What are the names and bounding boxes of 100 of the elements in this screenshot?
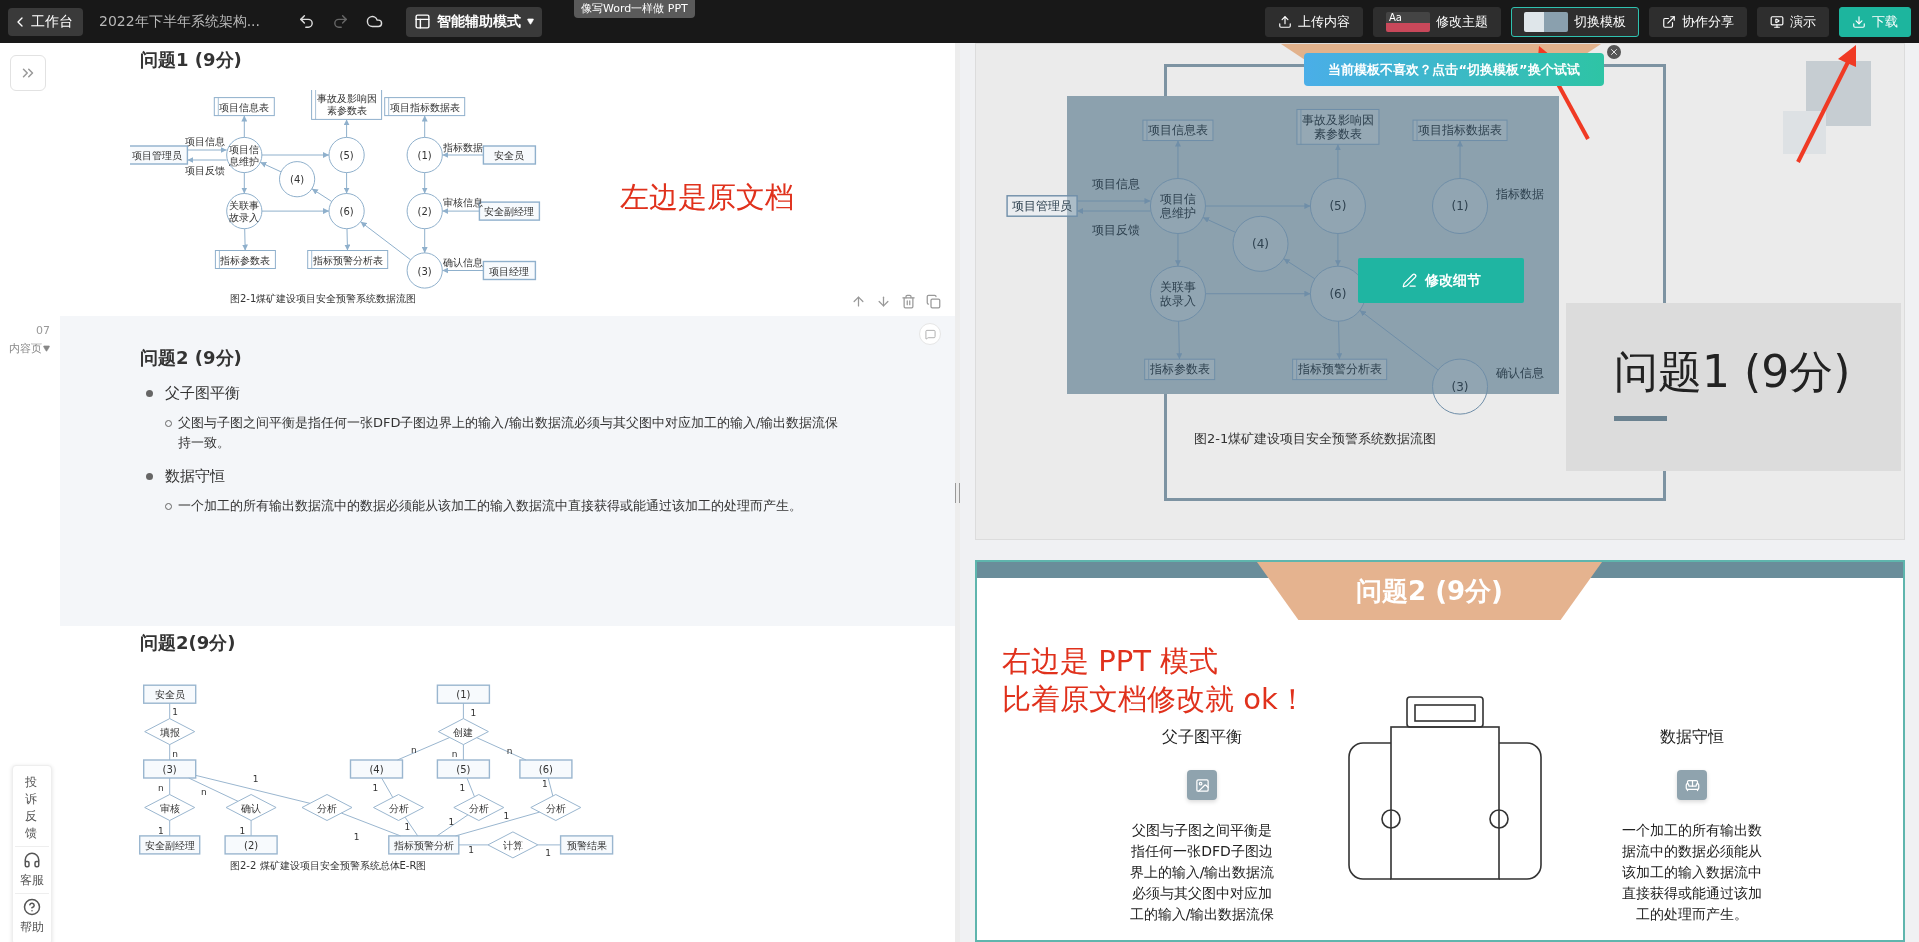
flow-arrow	[259, 161, 282, 173]
annotation-text: 左边是原文档	[620, 179, 794, 216]
upload-button[interactable]: 上传内容	[1265, 6, 1363, 37]
connector-line	[462, 702, 464, 720]
entity-node: 安全副经理	[139, 835, 201, 855]
flow-arrow	[186, 147, 228, 153]
cardinality-label: n	[411, 745, 417, 756]
entity-node: (6)	[519, 759, 573, 779]
flow-arrow	[1334, 143, 1341, 179]
process-node: (5)	[328, 136, 365, 174]
cardinality-label: 1	[252, 773, 259, 784]
connector-line	[537, 844, 562, 846]
process-node: 项目信息维护	[1149, 178, 1206, 234]
process-node: (6)	[1309, 265, 1366, 322]
mode-dropdown[interactable]: 智能辅助模式	[406, 6, 542, 37]
flow-arrow	[241, 172, 248, 194]
flow-label: 指标数据	[443, 141, 484, 153]
move-up-button[interactable]	[851, 294, 866, 309]
relationship-node: 分析	[373, 794, 424, 821]
cardinality-label: 1	[470, 707, 477, 718]
theme-button[interactable]: Aa 修改主题	[1373, 6, 1501, 37]
cardinality-label: n	[200, 787, 207, 798]
bullet-text: 一个加工的所有输出数据流中的数据必须能从该加工的输入数据流中直接获得或能通过该加工的处理而产生。	[178, 497, 802, 515]
flow-arrow	[1174, 140, 1181, 179]
cardinality-label: 1	[172, 706, 179, 717]
data-store-node: 事故及影响因素参数表	[311, 90, 383, 120]
flow-arrow	[1283, 258, 1316, 280]
back-button[interactable]: 工作台	[8, 7, 83, 36]
process-node: (3)	[1432, 358, 1489, 415]
flow-arrow	[1176, 320, 1183, 360]
cardinality-label: n	[451, 748, 458, 759]
flow-arrow	[343, 172, 350, 194]
cardinality-label: 1	[503, 811, 510, 822]
process-node: (4)	[1232, 215, 1289, 272]
connector-line	[381, 777, 394, 798]
bullet-icon	[146, 473, 153, 480]
mode-tooltip: 像写Word一样做 PPT	[574, 0, 695, 18]
figure-caption: 图2-2 煤矿建设项目安全预警系统总体E-R图	[230, 859, 428, 873]
expand-button[interactable]	[10, 55, 46, 91]
customer-service-button[interactable]: 客服	[15, 847, 49, 894]
close-button[interactable]	[1607, 45, 1621, 59]
data-store-node: 指标参数表	[214, 250, 276, 269]
page-type-dropdown[interactable]: 内容页	[9, 341, 50, 356]
column-title: 数据守恒	[1660, 727, 1724, 748]
relationship-node: 分析	[530, 794, 582, 821]
flow-arrow	[441, 208, 480, 215]
delete-button[interactable]	[901, 294, 916, 309]
data-store-node: 项目信息表	[1142, 119, 1214, 141]
share-icon	[1662, 14, 1676, 29]
data-store-node: 项目指标数据表	[1412, 119, 1508, 141]
flow-arrow	[441, 267, 484, 274]
comment-icon	[924, 328, 936, 340]
connector-line	[169, 702, 171, 720]
entity-node: (4)	[349, 759, 404, 779]
bullet-text: 父图与子图之间平衡是指任何一张DFD子图边界上的输入/输出数据流必须与其父图中对应加工的输入/输出数据流保持一致。	[178, 414, 840, 452]
data-store-node: 指标参数表	[1144, 358, 1216, 381]
caret-icon	[527, 18, 534, 25]
share-button[interactable]: 协作分享	[1649, 6, 1747, 37]
slide-title: 问题2 (9分)	[1257, 562, 1602, 620]
connector-line	[169, 777, 171, 795]
entity-node: 安全员	[143, 684, 197, 704]
flow-arrow	[421, 228, 428, 254]
template-button[interactable]: 切换模板	[1511, 6, 1639, 37]
comment-button[interactable]	[919, 323, 941, 345]
flow-arrow	[261, 152, 330, 158]
process-node: (3)	[406, 252, 443, 289]
duplicate-button[interactable]	[926, 294, 941, 309]
process-node: (6)	[328, 193, 365, 230]
cardinality-label: 1	[372, 782, 379, 793]
relationship-node: 创建	[437, 718, 489, 746]
feedback-button[interactable]: 投诉反馈	[15, 770, 49, 847]
close-icon	[1609, 47, 1619, 57]
connector-line	[396, 737, 451, 761]
layout-icon	[414, 13, 431, 30]
present-button[interactable]: 演示	[1757, 6, 1829, 37]
column-text: 父图与子图之间平衡是指任何一张DFD子图边界上的输入/输出数据流必须与其父图中对应加工的输入/输出数据流保	[1128, 821, 1276, 924]
entity-node: (5)	[436, 759, 491, 779]
flow-arrow	[1202, 216, 1236, 233]
cardinality-label: 1	[353, 832, 360, 843]
flow-label: 项目反馈	[1092, 223, 1141, 238]
cardinality-label: 1	[239, 825, 246, 836]
move-down-button[interactable]	[876, 294, 891, 309]
entity-node: 项目管理员	[1006, 195, 1078, 217]
annotation-text: 比着原文档修改就 ok！	[1002, 681, 1307, 718]
help-button[interactable]: 帮助	[15, 894, 49, 940]
cardinality-label: 1	[545, 847, 551, 858]
headset-icon	[23, 851, 41, 869]
cloud-icon	[366, 13, 384, 30]
connector-line	[466, 777, 475, 798]
flow-label: 项目信息	[1092, 176, 1141, 191]
entity-node: (1)	[436, 684, 491, 704]
flow-arrow	[186, 157, 228, 163]
process-node: (1)	[1432, 178, 1489, 234]
cardinality-label: 1	[404, 822, 411, 833]
cardinality-label: 1	[541, 779, 548, 790]
figure-caption: 图2-1煤矿建设项目安全预警系统数据流图	[230, 292, 418, 306]
cardinality-label: 1	[468, 845, 474, 856]
process-node: (1)	[406, 136, 443, 174]
entity-node: 指标预警分析	[388, 835, 460, 855]
flow-arrow	[1334, 233, 1341, 267]
